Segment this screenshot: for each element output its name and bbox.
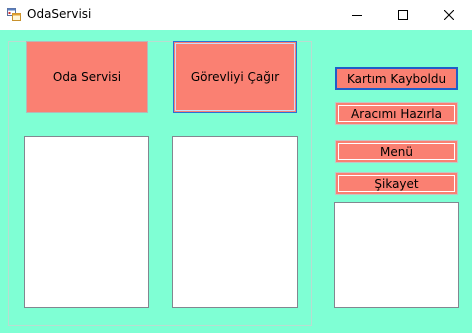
minimize-icon <box>352 15 362 16</box>
prepare-car-button[interactable]: Aracımı Hazırla <box>335 102 458 125</box>
form-client-area: Oda Servisi Görevliyi Çağır Kartım Kaybo… <box>0 30 472 333</box>
lost-card-button-label: Kartım Kayboldu <box>346 71 447 86</box>
call-staff-button[interactable]: Görevliyi Çağır <box>173 41 297 113</box>
room-service-listbox[interactable] <box>24 136 149 308</box>
call-staff-button-label: Görevliyi Çağır <box>190 70 280 84</box>
menu-button-label: Menü <box>380 144 413 159</box>
room-service-button[interactable]: Oda Servisi <box>26 41 148 113</box>
minimize-button[interactable] <box>334 0 380 30</box>
complaint-button-label: Şikayet <box>374 176 419 191</box>
prepare-car-button-label: Aracımı Hazırla <box>351 106 442 121</box>
maximize-button[interactable] <box>380 0 426 30</box>
menu-button[interactable]: Menü <box>335 140 458 163</box>
maximize-icon <box>398 10 408 20</box>
window-title: OdaServisi <box>27 7 92 21</box>
complaint-button[interactable]: Şikayet <box>335 172 458 195</box>
title-bar[interactable]: OdaServisi <box>0 0 472 30</box>
close-button[interactable] <box>426 0 472 30</box>
side-listbox[interactable] <box>334 202 459 308</box>
room-service-button-label: Oda Servisi <box>52 70 122 84</box>
staff-call-listbox[interactable] <box>172 136 298 308</box>
close-icon <box>444 10 454 20</box>
form-app-icon <box>7 8 21 21</box>
lost-card-button[interactable]: Kartım Kayboldu <box>335 67 458 90</box>
